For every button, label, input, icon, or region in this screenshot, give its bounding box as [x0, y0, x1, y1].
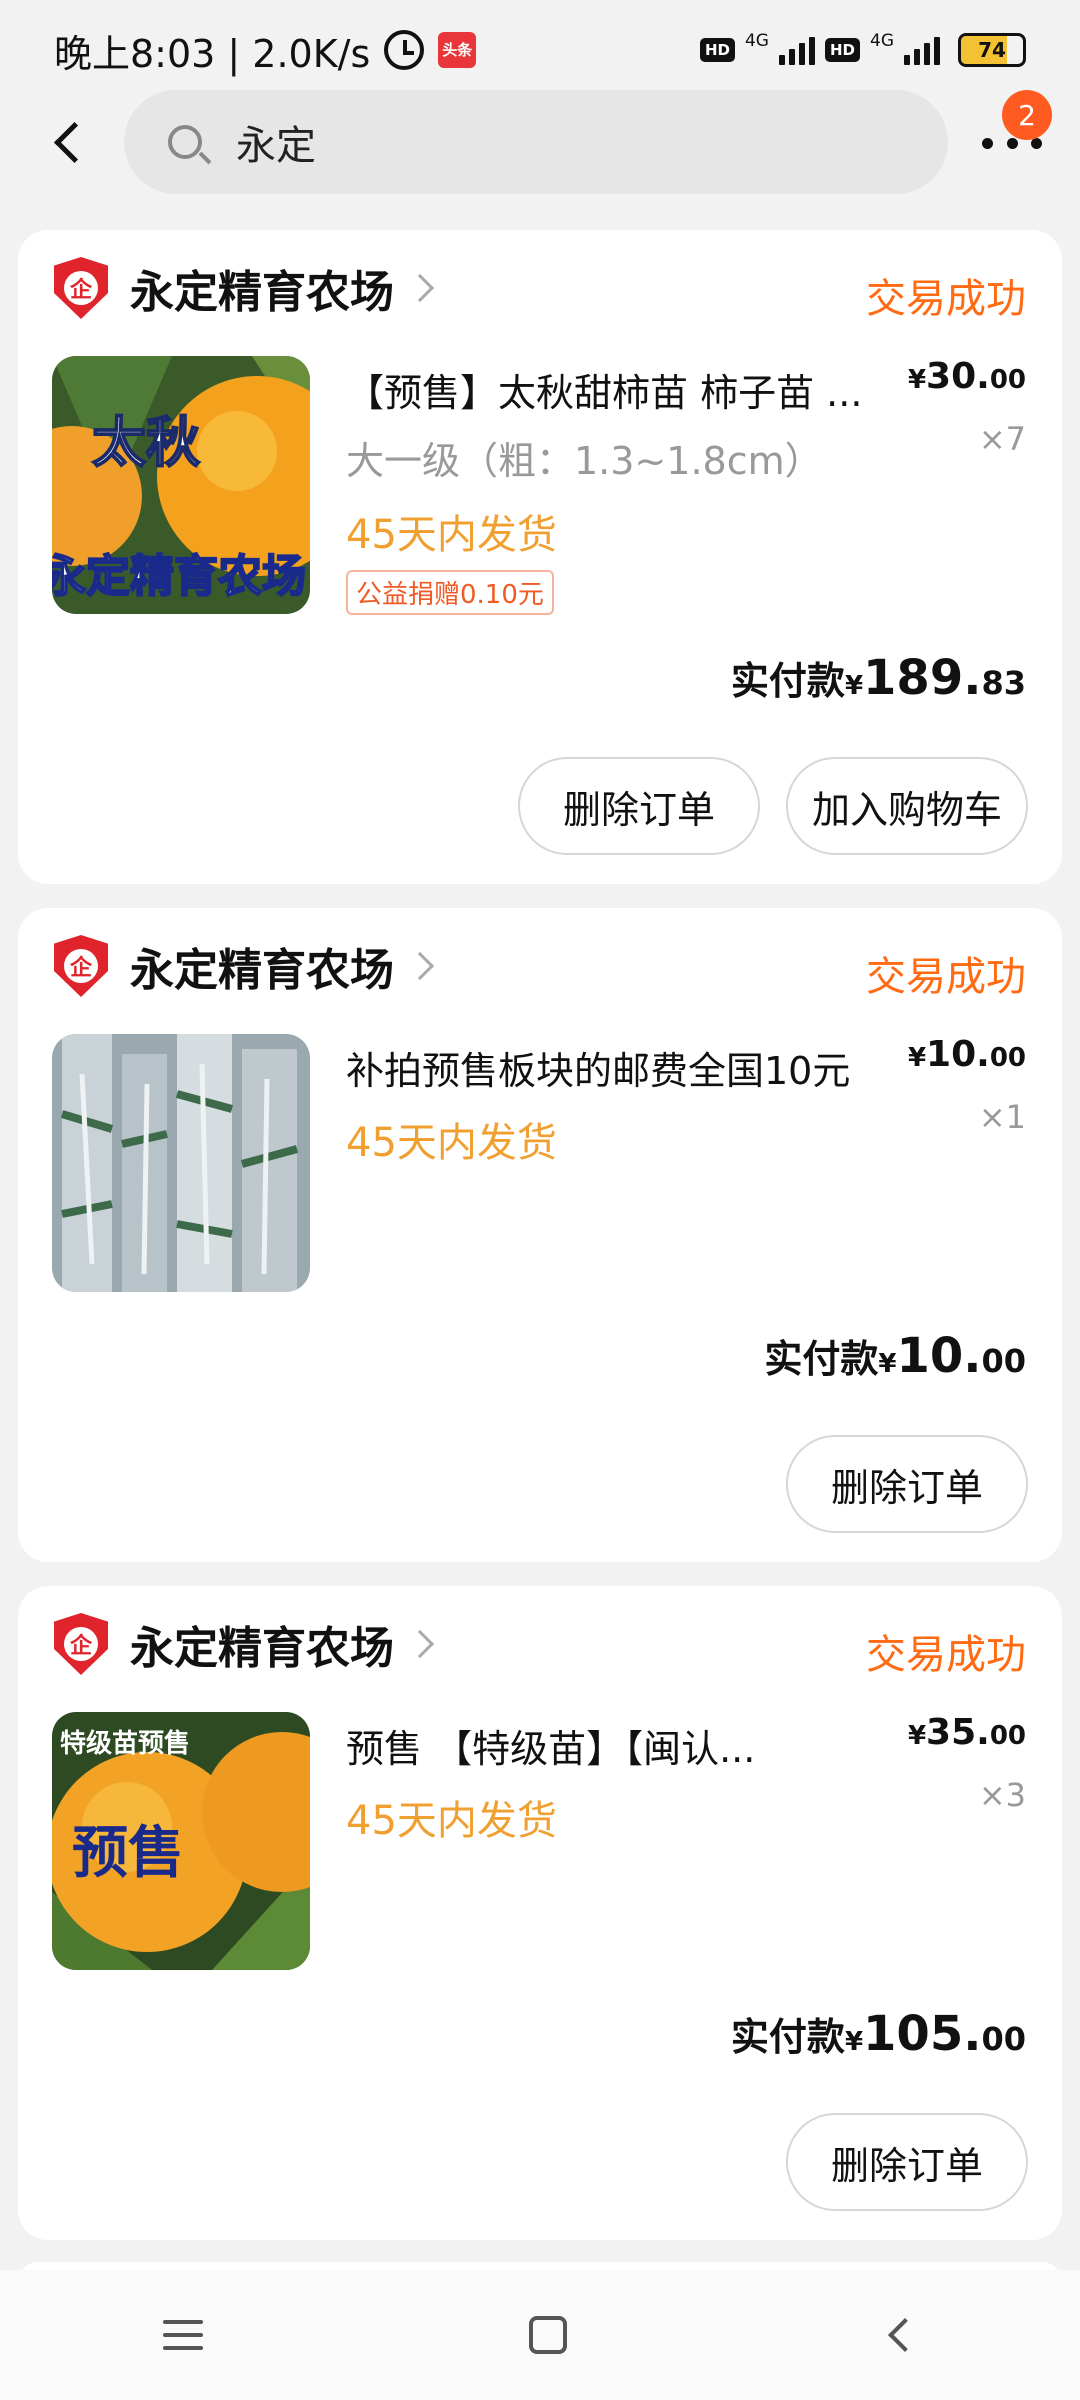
delete-order-button[interactable]: 删除订单 — [786, 1435, 1028, 1533]
product-image[interactable]: 特级苗预售 预售 — [52, 1712, 310, 1970]
product-image[interactable] — [52, 1034, 310, 1292]
back-button[interactable] — [44, 118, 92, 166]
signal-icon — [778, 35, 815, 65]
status-bar: 晚上8:03 | 2.0K/s 头条 HD 4G HD 4G 74 — [0, 0, 1080, 100]
image-text: 太秋 — [92, 411, 200, 474]
shop-name: 永定精育农场 — [130, 1623, 394, 1674]
search-input[interactable]: 永定 — [124, 90, 948, 194]
shipping-info: 45天内发货 — [346, 1120, 557, 1166]
hd-icon: HD — [699, 38, 735, 62]
delete-order-button[interactable]: 删除订单 — [518, 757, 760, 855]
order-card-1[interactable]: 企 永定精育农场 交易成功 太秋 永定精育农场 【预售】太秋甜柿苗 柿子苗 ..… — [18, 230, 1062, 884]
search-icon — [168, 125, 202, 159]
home-icon[interactable] — [529, 2316, 567, 2354]
shipping-info: 45天内发货 — [346, 1798, 557, 1844]
back-icon[interactable] — [888, 2318, 922, 2352]
news-app-icon: 头条 — [438, 32, 477, 68]
shop-link[interactable]: 企 永定精育农场 — [54, 934, 435, 998]
shop-badge-icon: 企 — [54, 257, 108, 319]
quantity: ×7 — [978, 420, 1026, 458]
status-time: 晚上8:03 | 2.0K/s — [54, 31, 371, 76]
image-text: 预售 — [72, 1821, 184, 1886]
unit-price: ¥35.00 — [907, 1712, 1026, 1753]
shop-name: 永定精育农场 — [130, 945, 394, 996]
order-card-2[interactable]: 企 永定精育农场 交易成功 补拍预售板块的邮费全国10元 45天内发货 ¥10.… — [18, 908, 1062, 1562]
shop-badge-icon: 企 — [54, 935, 108, 997]
menu-icon[interactable] — [163, 2320, 203, 2350]
order-status: 交易成功 — [866, 276, 1026, 322]
shop-name: 永定精育农场 — [130, 267, 394, 318]
quantity: ×1 — [978, 1098, 1026, 1136]
system-nav-bar — [0, 2270, 1080, 2400]
chevron-right-icon — [405, 1629, 435, 1659]
network-type-2: 4G — [870, 31, 894, 51]
unit-price: ¥10.00 — [907, 1034, 1026, 1075]
product-title[interactable]: 【预售】太秋甜柿苗 柿子苗 ... — [346, 362, 906, 417]
shop-badge-icon: 企 — [54, 1613, 108, 1675]
battery-level: 74 — [978, 38, 1006, 62]
hd-icon-2: HD — [824, 38, 860, 62]
message-count-badge: 2 — [1002, 90, 1052, 140]
product-image[interactable]: 太秋 永定精育农场 — [52, 356, 310, 614]
quantity: ×3 — [978, 1776, 1026, 1814]
image-caption: 永定精育农场 — [52, 551, 306, 602]
shop-link[interactable]: 企 永定精育农场 — [54, 256, 435, 320]
order-card-3[interactable]: 企 永定精育农场 交易成功 特级苗预售 预售 预售 【特级苗】【闽认... 45… — [18, 1586, 1062, 2240]
unit-price: ¥30.00 — [907, 356, 1026, 397]
order-status: 交易成功 — [866, 954, 1026, 1000]
chevron-right-icon — [405, 273, 435, 303]
delete-order-button[interactable]: 删除订单 — [786, 2113, 1028, 2211]
chevron-right-icon — [405, 951, 435, 981]
product-spec: 大一级（粗：1.3~1.8cm） — [346, 439, 823, 483]
header: 永定 2 — [0, 90, 1080, 196]
add-to-cart-button[interactable]: 加入购物车 — [786, 757, 1028, 855]
paid-amount: 实付款 ¥105. 00 — [730, 2006, 1026, 2062]
product-title[interactable]: 补拍预售板块的邮费全国10元 — [346, 1040, 906, 1095]
shop-link[interactable]: 企 永定精育农场 — [54, 1612, 435, 1676]
network-type: 4G — [744, 31, 769, 51]
product-title[interactable]: 预售 【特级苗】【闽认... — [346, 1718, 906, 1773]
donation-tag: 公益捐赠0.10元 — [346, 570, 554, 615]
shipping-info: 45天内发货 — [346, 512, 557, 558]
battery-icon: 74 — [958, 33, 1026, 67]
signal-icon-2 — [904, 35, 940, 65]
paid-amount: 实付款 ¥189. 83 — [730, 650, 1026, 706]
alarm-icon — [384, 30, 425, 70]
order-status: 交易成功 — [866, 1632, 1026, 1678]
search-query: 永定 — [236, 123, 316, 169]
paid-amount: 实付款 ¥10. 00 — [764, 1328, 1026, 1384]
image-caption: 特级苗预售 — [60, 1728, 190, 1759]
